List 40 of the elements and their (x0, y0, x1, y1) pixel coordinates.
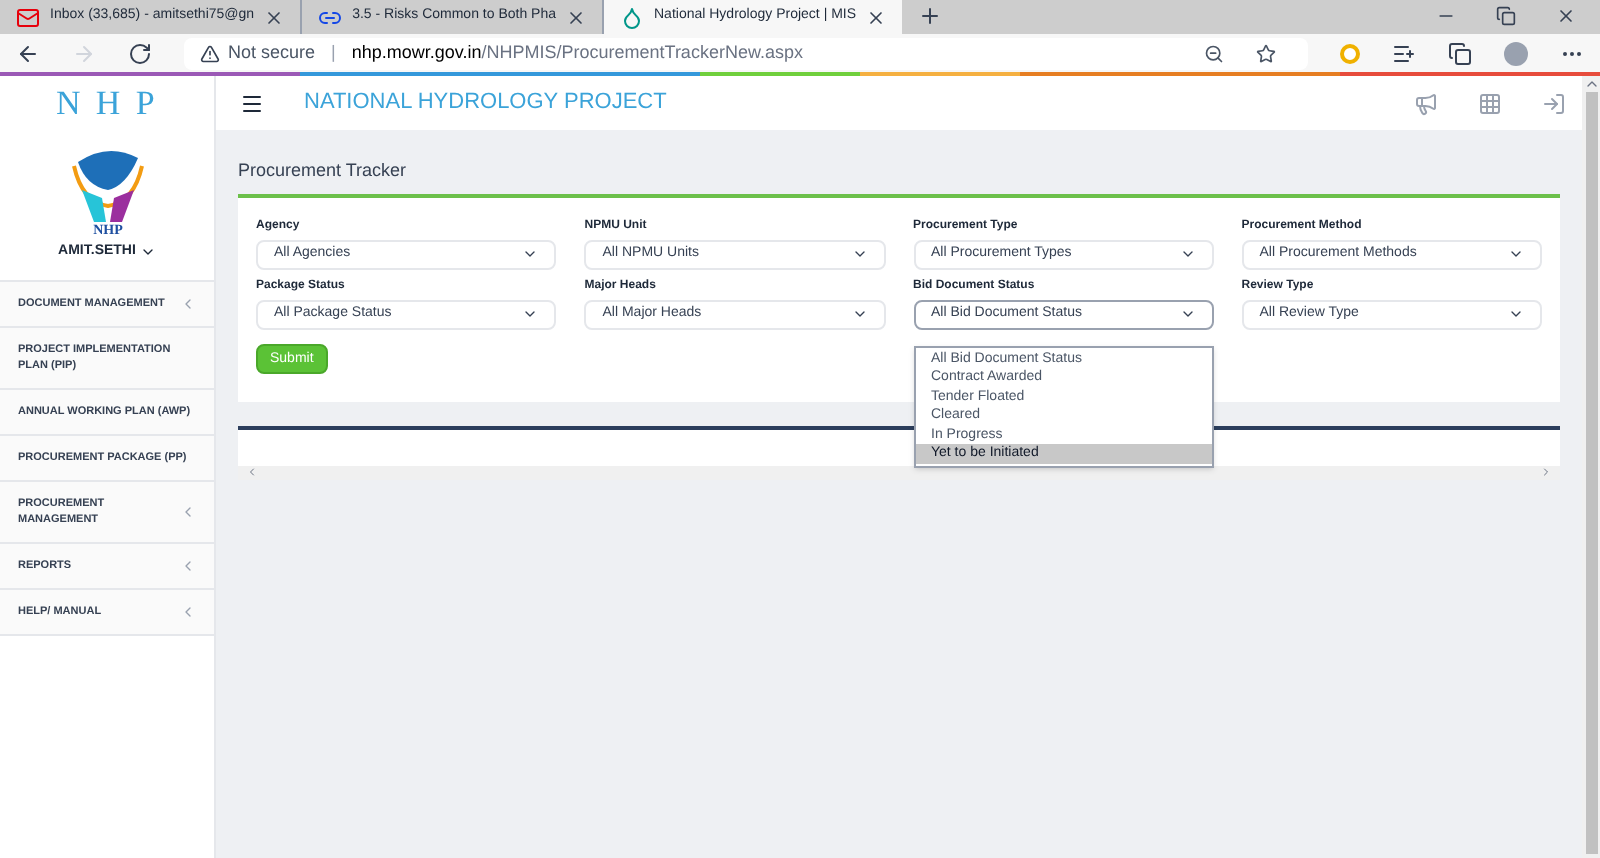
brand-logo: N H P (55, 81, 158, 126)
new-tab-icon[interactable] (918, 4, 943, 28)
chevron-icon (180, 295, 196, 311)
back-icon[interactable] (16, 41, 40, 65)
caret-icon (851, 246, 867, 262)
caret-icon (1179, 246, 1196, 262)
close-icon[interactable] (866, 7, 887, 27)
warning-icon (200, 43, 220, 63)
app-title: NATIONAL HYDROLOGY PROJECT (304, 88, 667, 119)
caret-icon (522, 306, 539, 322)
caret-icon (851, 306, 867, 322)
chevron-icon (180, 557, 196, 573)
drop-icon (620, 5, 644, 29)
reload-icon[interactable] (128, 41, 152, 65)
scroll-up-icon[interactable] (1583, 76, 1599, 92)
url-text: nhp.mowr.gov.in/NHPMIS/ProcurementTrackerNew.aspx (351, 39, 803, 66)
vertical-scrollbar[interactable] (1582, 76, 1600, 858)
security-label: Not secure (228, 39, 316, 66)
caret-icon (1508, 306, 1524, 322)
zoom-icon[interactable] (1204, 43, 1224, 63)
logout-icon[interactable] (1542, 91, 1566, 115)
mail-icon (16, 5, 40, 29)
collections-icon[interactable] (1448, 41, 1472, 65)
caret-icon (522, 246, 539, 262)
chevron-icon (180, 503, 196, 519)
close-icon[interactable] (264, 7, 285, 27)
url-separator: | (331, 39, 336, 66)
chevron-icon (180, 603, 196, 619)
favorites-icon[interactable] (1392, 41, 1416, 65)
address-bar[interactable]: Not secure | nhp.mowr.gov.in/NHPMIS/ProcurementTrackerNew.aspx (184, 37, 1308, 69)
restore-icon[interactable] (1496, 6, 1516, 26)
megaphone-icon[interactable] (1414, 91, 1438, 115)
caret-icon (1179, 306, 1196, 322)
page-title: Procurement Tracker (238, 158, 409, 184)
star-icon[interactable] (1256, 43, 1276, 63)
caret-icon (1508, 246, 1524, 262)
menu-icon[interactable] (240, 91, 264, 115)
close-icon[interactable] (1556, 6, 1576, 26)
grid-icon[interactable] (1478, 91, 1502, 115)
close-icon[interactable] (566, 7, 586, 27)
